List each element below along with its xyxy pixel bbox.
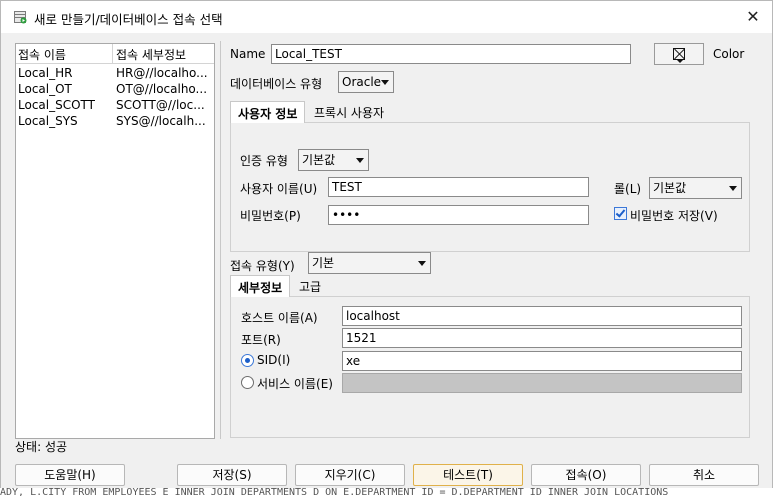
close-button[interactable]: ✕	[741, 7, 765, 27]
connection-row[interactable]: Local_OT OT@//localho...	[16, 81, 214, 97]
username-label: 사용자 이름(U)	[240, 182, 318, 196]
column-header-detail[interactable]: 접속 세부정보	[116, 46, 186, 63]
conn-type-select[interactable]: 기본	[308, 252, 431, 274]
tab-details[interactable]: 세부정보	[230, 275, 291, 297]
password-input[interactable]: ••••	[328, 205, 589, 225]
chevron-down-icon	[729, 186, 737, 191]
save-password-checkbox[interactable]	[614, 207, 627, 220]
conn-type-value: 기본	[312, 256, 335, 270]
color-picker-button[interactable]	[654, 43, 704, 65]
column-header-name[interactable]: 접속 이름	[18, 46, 66, 63]
role-select[interactable]: 기본값	[649, 177, 742, 199]
chevron-down-icon	[356, 158, 364, 163]
test-button[interactable]: 테스트(T)	[413, 464, 523, 486]
tab-advanced[interactable]: 고급	[292, 275, 328, 297]
no-color-icon	[673, 48, 685, 60]
connection-row[interactable]: Local_SCOTT SCOTT@//loc...	[16, 97, 214, 113]
host-label: 호스트 이름(A)	[241, 311, 318, 325]
password-label: 비밀번호(P)	[240, 209, 301, 223]
connection-row[interactable]: Local_SYS SYS@//localh...	[16, 113, 214, 129]
service-name-label[interactable]: 서비스 이름(E)	[257, 375, 333, 392]
clear-button[interactable]: 지우기(C)	[295, 464, 405, 486]
connection-name: Local_SYS	[18, 114, 78, 128]
column-divider[interactable]	[112, 44, 113, 64]
db-type-select[interactable]: Oracle	[338, 71, 394, 93]
tab-user-info[interactable]: 사용자 정보	[230, 101, 306, 123]
connect-button[interactable]: 접속(O)	[531, 464, 641, 486]
auth-type-value: 기본값	[302, 153, 336, 167]
connection-row[interactable]: Local_HR HR@//localho...	[16, 65, 214, 81]
save-button[interactable]: 저장(S)	[177, 464, 287, 486]
background-editor-text: ADY, L.CITY FROM EMPLOYEES E INNER JOIN …	[0, 488, 773, 496]
connection-dialog: 새로 만들기/데이터베이스 접속 선택 ✕ 접속 이름 접속 세부정보 Loca…	[0, 0, 773, 496]
db-type-value: Oracle	[342, 75, 382, 89]
help-button[interactable]: 도움말(H)	[15, 464, 125, 486]
name-input[interactable]: Local_TEST	[271, 44, 631, 64]
tab-proxy-user[interactable]: 프록시 사용자	[307, 101, 391, 123]
radio-dot-icon	[245, 358, 250, 363]
database-app-icon	[14, 11, 27, 24]
service-name-radio[interactable]	[241, 376, 254, 389]
connection-detail: SCOTT@//loc...	[116, 98, 205, 112]
splitter[interactable]	[220, 41, 221, 439]
dropdown-arrow-icon	[677, 60, 683, 63]
sid-input[interactable]: xe	[342, 351, 742, 371]
connection-name: Local_OT	[18, 82, 72, 96]
status-text: 상태: 성공	[15, 440, 68, 454]
cancel-button[interactable]: 취소	[649, 464, 759, 486]
port-label: 포트(R)	[241, 333, 281, 347]
connection-detail: OT@//localho...	[116, 82, 208, 96]
connection-name: Local_SCOTT	[18, 98, 95, 112]
save-password-label[interactable]: 비밀번호 저장(V)	[630, 207, 718, 224]
service-name-input	[342, 373, 742, 393]
color-label: Color	[713, 47, 745, 61]
window-title: 새로 만들기/데이터베이스 접속 선택	[34, 12, 223, 27]
title-bar: 새로 만들기/데이터베이스 접속 선택 ✕	[1, 1, 772, 33]
checkmark-icon	[615, 207, 626, 218]
auth-type-select[interactable]: 기본값	[298, 149, 369, 171]
auth-type-label: 인증 유형	[240, 154, 288, 168]
connection-name: Local_HR	[18, 66, 73, 80]
chevron-down-icon	[381, 80, 389, 85]
host-input[interactable]: localhost	[342, 306, 742, 326]
username-input[interactable]: TEST	[328, 177, 589, 197]
connection-list[interactable]: 접속 이름 접속 세부정보 Local_HR HR@//localho... L…	[15, 43, 215, 439]
connection-list-header: 접속 이름 접속 세부정보	[16, 44, 214, 64]
connection-detail: HR@//localho...	[116, 66, 208, 80]
sid-label[interactable]: SID(I)	[257, 353, 290, 367]
sid-radio[interactable]	[241, 354, 254, 367]
chevron-down-icon	[418, 261, 426, 266]
conn-type-label: 접속 유형(Y)	[230, 259, 295, 273]
db-type-label: 데이터베이스 유형	[230, 77, 323, 91]
port-input[interactable]: 1521	[342, 328, 742, 348]
role-label: 롤(L)	[614, 182, 642, 196]
role-value: 기본값	[653, 181, 687, 195]
connection-detail: SYS@//localh...	[116, 114, 206, 128]
name-label: Name	[230, 47, 266, 61]
